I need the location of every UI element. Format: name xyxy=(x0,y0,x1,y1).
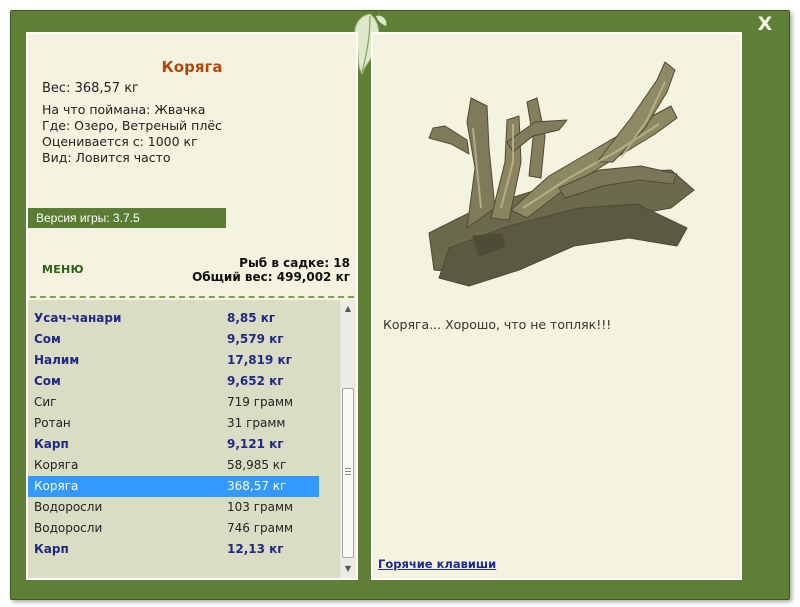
item-description: Коряга... Хорошо, что не топляк!!! xyxy=(383,317,612,332)
list-item-name: Коряга xyxy=(34,458,79,472)
list-item-weight: 9,652 кг xyxy=(227,374,284,388)
hotkeys-link[interactable]: Горячие клавиши xyxy=(378,557,496,571)
list-item-name: Налим xyxy=(34,353,80,367)
item-value: Оценивается с: 1000 кг xyxy=(42,134,198,149)
info-panel: Коряга Вес: 368,57 кг На что поймана: Жв… xyxy=(26,32,358,580)
scrollbar-thumb[interactable] xyxy=(342,388,354,558)
item-weight: Вес: 368,57 кг xyxy=(42,81,139,96)
scroll-down-arrow-icon[interactable]: ▼ xyxy=(340,562,356,576)
list-item[interactable]: Сиг 719 грамм xyxy=(28,392,319,413)
version-bar: Версия игры: 3.7.5 xyxy=(28,208,226,228)
preview-panel: Коряга... Хорошо, что не топляк!!! Горяч… xyxy=(371,32,742,580)
list-item-selected[interactable]: Коряга 368,57 кг xyxy=(28,476,319,497)
list-item-name: Карп xyxy=(34,437,69,451)
list-item-weight: 9,121 кг xyxy=(227,437,284,451)
list-item-weight: 58,985 кг xyxy=(227,458,287,472)
divider xyxy=(30,296,354,298)
list-item[interactable]: Сом 9,652 кг xyxy=(28,371,319,392)
list-item-name: Водоросли xyxy=(34,500,103,514)
list-item-weight: 103 грамм xyxy=(227,500,294,514)
list-item-weight: 746 грамм xyxy=(227,521,294,535)
catch-stats: Рыб в садке: 18 Общий вес: 499,002 кг xyxy=(192,256,350,284)
close-button[interactable]: X xyxy=(756,14,774,34)
list-item-name: Карп xyxy=(34,542,69,556)
list-item-name: Водоросли xyxy=(34,521,103,535)
item-location: Где: Озеро, Ветреный плёс xyxy=(42,118,222,133)
list-item[interactable]: Водоросли 103 грамм xyxy=(28,497,319,518)
list-item-weight: 31 грамм xyxy=(227,416,286,430)
list-item-weight: 9,579 кг xyxy=(227,332,284,346)
list-item-weight: 8,85 кг xyxy=(227,311,276,325)
list-item-weight: 12,13 кг xyxy=(227,542,284,556)
list-item[interactable]: Усач-чанари 8,85 кг xyxy=(28,308,319,329)
list-scrollbar[interactable]: ▲ ▼ xyxy=(339,300,356,578)
list-item[interactable]: Налим 17,819 кг xyxy=(28,350,319,371)
item-title: Коряга xyxy=(161,58,223,76)
list-item-weight: 17,819 кг xyxy=(227,353,292,367)
list-item[interactable]: Ротан 31 грамм xyxy=(28,413,319,434)
item-kind: Вид: Ловится часто xyxy=(42,150,171,165)
list-item-name: Ротан xyxy=(34,416,71,430)
list-item-weight: 719 грамм xyxy=(227,395,294,409)
total-weight: Общий вес: 499,002 кг xyxy=(192,270,350,284)
grip-line xyxy=(345,471,351,472)
menu-button[interactable]: МЕНЮ xyxy=(42,263,84,276)
list-item-name: Усач-чанари xyxy=(34,311,122,325)
grip-line xyxy=(345,468,351,469)
list-item[interactable]: Водоросли 746 грамм xyxy=(28,518,319,539)
list-item[interactable]: Карп 12,13 кг xyxy=(28,539,319,560)
list-item[interactable]: Коряга 58,985 кг xyxy=(28,455,319,476)
scroll-up-arrow-icon[interactable]: ▲ xyxy=(340,302,356,316)
grip-line xyxy=(345,474,351,475)
list-item-name: Сиг xyxy=(34,395,57,409)
driftwood-image xyxy=(428,61,695,287)
list-item-name: Сом xyxy=(34,374,61,388)
fish-list[interactable]: Усач-чанари 8,85 кг Сом 9,579 кг Налим 17,8… xyxy=(28,300,339,578)
item-bait: На что поймана: Жвачка xyxy=(42,102,206,117)
fish-count: Рыб в садке: 18 xyxy=(239,256,350,270)
list-item-weight: 368,57 кг xyxy=(227,479,287,493)
list-item[interactable]: Карп 9,121 кг xyxy=(28,434,319,455)
list-item-name: Сом xyxy=(34,332,61,346)
list-item[interactable]: Сом 9,579 кг xyxy=(28,329,319,350)
list-item-name: Коряга xyxy=(34,479,79,493)
